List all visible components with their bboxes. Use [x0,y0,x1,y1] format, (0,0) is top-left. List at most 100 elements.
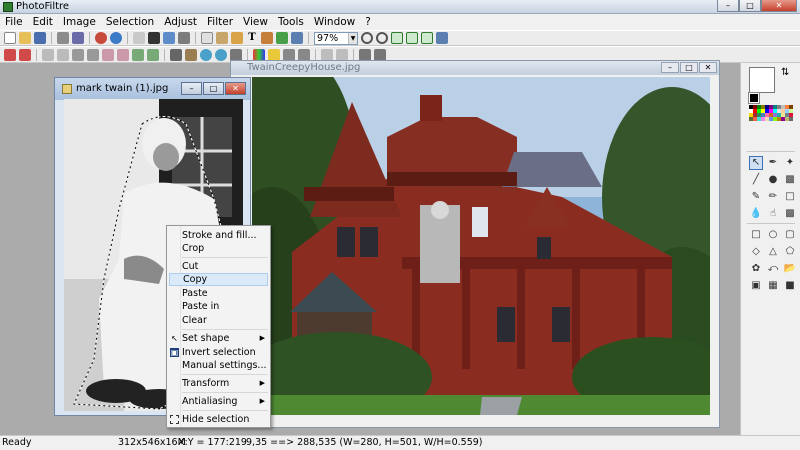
maximize-button[interactable]: □ [203,82,224,95]
smudge-tool-icon[interactable]: ☝ [766,207,780,221]
stamp-icon[interactable] [261,32,273,44]
window-title-bar[interactable]: TwainCreepyHouse.jpg – □ ✕ [231,61,719,75]
crop-icon[interactable] [231,32,243,44]
auto-contrast-icon[interactable] [4,48,16,61]
menu-image[interactable]: Image [58,14,101,30]
menu-help[interactable]: ? [360,14,376,30]
menu-window[interactable]: Window [309,14,360,30]
maximize-button[interactable]: □ [680,62,698,73]
full-screen-icon[interactable] [421,32,433,44]
spray-tool-icon[interactable]: ▩ [783,173,797,187]
minimize-button[interactable]: – [181,82,202,95]
menu-item-invert-selection[interactable]: ▣ Invert selection [169,346,268,359]
image-size-icon[interactable] [359,48,371,61]
menu-item-crop[interactable]: Crop [169,242,268,255]
background-color-swatch[interactable] [748,92,760,104]
maximize-button[interactable]: □ [739,0,761,12]
minimize-button[interactable]: – [717,0,739,12]
menu-item-set-shape[interactable]: ↖ Set shape ▶ [169,332,268,345]
fit-window-icon[interactable] [391,32,403,44]
rounded-rectangle-selection-icon[interactable]: ▢ [783,228,797,242]
text-icon[interactable]: T [246,32,258,44]
canvas-size-icon[interactable] [374,48,386,61]
menu-item-copy[interactable]: Copy [169,273,268,286]
magic-wand-tool-icon[interactable]: ✦ [783,156,797,170]
redo-icon[interactable] [110,32,122,44]
zoom-in-icon[interactable] [361,32,373,44]
menu-item-paste-in[interactable]: Paste in [169,300,268,313]
fit-option-icon[interactable]: ▦ [766,279,780,293]
line-tool-icon[interactable]: ╱ [749,173,763,187]
new-file-icon[interactable] [4,32,16,44]
menu-selection[interactable]: Selection [101,14,159,30]
color-palette[interactable] [749,105,795,125]
bezier-selection-icon[interactable]: ⤺ [766,262,780,276]
menu-filter[interactable]: Filter [202,14,238,30]
menu-item-hide-selection[interactable]: Hide selection [169,413,268,426]
emboss-icon[interactable] [230,48,242,61]
save-icon[interactable] [34,32,46,44]
saturation-minus-icon[interactable] [102,48,114,61]
zoom-combo[interactable]: 97% ▼ [314,31,358,45]
monitor-icon[interactable] [436,32,448,44]
scan-icon[interactable] [72,32,84,44]
swap-colors-icon[interactable]: ⇅ [781,67,789,78]
undo-icon[interactable] [95,32,107,44]
paint-icon[interactable] [276,32,288,44]
copy-icon[interactable] [201,32,213,44]
rotate-right-icon[interactable] [336,48,348,61]
mask-icon[interactable] [148,32,160,44]
levels-icon[interactable] [268,48,280,61]
rgb-icon[interactable] [253,48,265,61]
actual-size-icon[interactable] [406,32,418,44]
advanced-brush-tool-icon[interactable]: ✏ [766,190,780,204]
flip-horizontal-icon[interactable] [283,48,295,61]
pointer-tool-icon[interactable]: ↖ [749,156,763,170]
triangle-selection-icon[interactable]: △ [766,245,780,259]
blur-icon[interactable] [200,48,212,61]
sharpen-icon[interactable] [215,48,227,61]
auto-levels-icon[interactable] [19,48,31,61]
menu-tools[interactable]: Tools [273,14,309,30]
close-button[interactable]: ✕ [699,62,717,73]
brush-tool-icon[interactable]: ✎ [749,190,763,204]
contrast-minus-icon[interactable] [72,48,84,61]
grid-icon[interactable] [178,32,190,44]
menu-file[interactable]: File [0,14,28,30]
foreground-color-swatch[interactable] [749,67,775,93]
menu-item-stroke-and-fill[interactable]: Stroke and fill... [169,229,268,242]
close-button[interactable]: ✕ [761,0,797,12]
contrast-plus-icon[interactable] [87,48,99,61]
rotate-left-icon[interactable] [321,48,333,61]
open-folder-icon[interactable] [19,32,31,44]
rhombus-selection-icon[interactable]: ◇ [749,245,763,259]
menu-item-manual-settings[interactable]: Manual settings... [169,359,268,372]
layer-icon[interactable] [133,32,145,44]
rectangle-selection-icon[interactable]: □ [749,228,763,242]
brightness-minus-icon[interactable] [42,48,54,61]
ellipse-selection-icon[interactable]: ○ [766,228,780,242]
frame-option-icon[interactable]: ▣ [749,279,763,293]
screen-icon[interactable] [291,32,303,44]
menu-view[interactable]: View [238,14,273,30]
menu-edit[interactable]: Edit [28,14,58,30]
zoom-out-icon[interactable] [376,32,388,44]
menu-adjust[interactable]: Adjust [159,14,202,30]
paste-icon[interactable] [216,32,228,44]
window-title-bar[interactable]: mark twain (1).jpg – □ ✕ [55,78,250,100]
gamma-plus-icon[interactable] [147,48,159,61]
menu-item-antialiasing[interactable]: Antialiasing ▶ [169,395,268,408]
grayscale-icon[interactable] [170,48,182,61]
eraser-tool-icon[interactable]: □ [783,190,797,204]
chevron-down-icon[interactable]: ▼ [348,32,357,44]
flip-vertical-icon[interactable] [298,48,310,61]
print-icon[interactable] [57,32,69,44]
lasso-selection-icon[interactable]: ✿ [749,262,763,276]
house-photo[interactable] [252,77,710,415]
menu-item-cut[interactable]: Cut [169,260,268,273]
menu-item-paste[interactable]: Paste [169,287,268,300]
minimize-button[interactable]: – [661,62,679,73]
close-button[interactable]: ✕ [225,82,246,95]
saturation-plus-icon[interactable] [117,48,129,61]
fill-tool-icon[interactable]: ● [766,173,780,187]
